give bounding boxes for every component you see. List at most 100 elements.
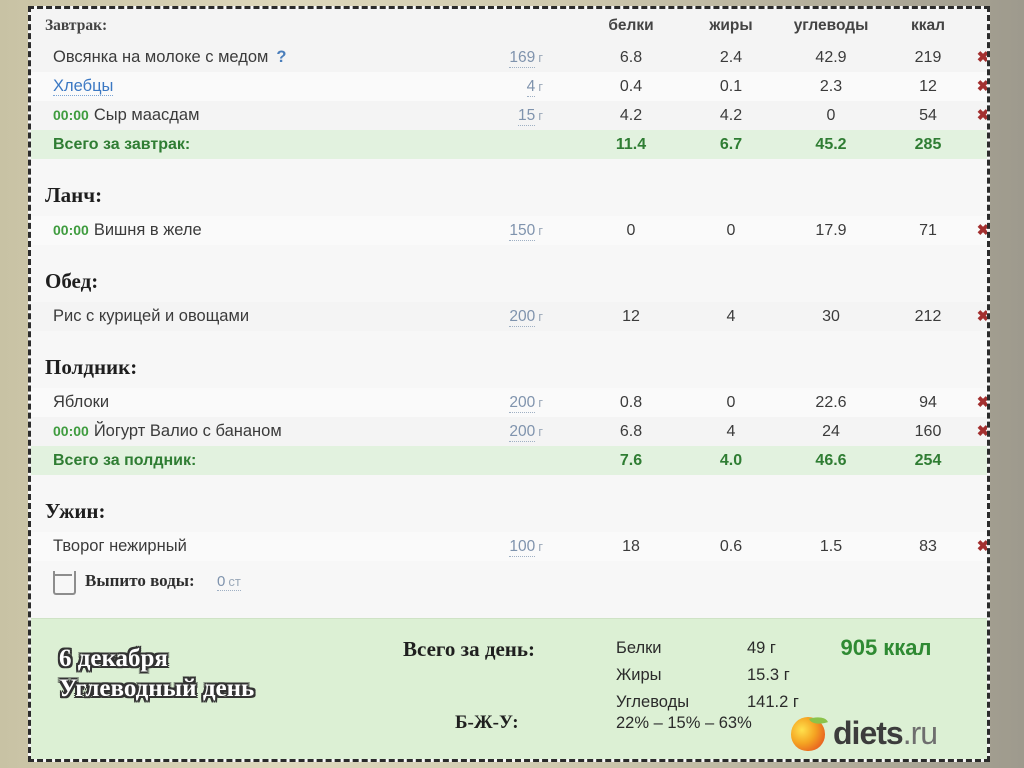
item-kcal: 94 — [919, 394, 937, 411]
date-badge: 6 декабря Углеводный день — [59, 645, 254, 703]
delete-row-button[interactable]: ✖ — [977, 78, 987, 95]
logo-main: diets — [833, 715, 904, 751]
item-carbs: 0 — [826, 107, 836, 124]
item-fat: 4.2 — [719, 107, 743, 124]
item-protein: 0.4 — [619, 78, 643, 95]
meal-header-1: Ланч: — [31, 174, 987, 216]
help-icon[interactable]: ? — [276, 48, 286, 66]
item-weight[interactable]: 150 — [509, 222, 536, 241]
item-fat: 0.6 — [719, 538, 743, 555]
item-weight[interactable]: 200 — [509, 423, 536, 442]
delete-icon[interactable]: ✖ — [966, 72, 987, 101]
item-name[interactable]: Хлебцы — [53, 77, 114, 96]
table-row: 00:00 Сыр маасдам 15 г 4.2 4.2 0 54 ✖ — [31, 101, 987, 130]
item-time: 00:00 — [53, 222, 89, 238]
water-value[interactable]: 0 ст — [217, 573, 241, 591]
item-weight[interactable]: 15 — [518, 107, 536, 126]
item-kcal: 160 — [914, 423, 942, 440]
meal-total-kcal: 254 — [914, 452, 942, 469]
table-row: 00:00 Йогурт Валио с бананом 200 г 6.8 4 24 160… — [31, 417, 987, 446]
macro-name-carbs: Углеводы — [616, 693, 690, 711]
item-weight[interactable]: 200 — [509, 394, 536, 413]
item-weight-cell[interactable]: 150 г — [455, 216, 543, 245]
meal-title-4: Ужин: — [45, 499, 106, 523]
delete-icon[interactable]: ✖ — [966, 101, 987, 130]
table-row: Рис с курицей и овощами 200 г 12 4 30 212 ✖ — [31, 302, 987, 331]
item-weight[interactable]: 169 — [509, 49, 536, 68]
item-name-cell: Хлебцы — [53, 72, 114, 101]
meal-header-2: Обед: — [31, 260, 987, 302]
item-name-cell: Яблоки — [53, 388, 109, 417]
item-carbs: 2.3 — [819, 78, 843, 95]
meal-header-4: Ужин: — [31, 490, 987, 532]
item-weight-cell[interactable]: 200 г — [455, 417, 543, 446]
item-fat: 4 — [726, 423, 736, 440]
bju-label: Б-Ж-У: — [455, 712, 519, 733]
logo-tld: .ru — [902, 715, 938, 751]
delete-row-button[interactable]: ✖ — [977, 49, 987, 66]
delete-icon[interactable]: ✖ — [966, 43, 987, 72]
delete-icon[interactable]: ✖ — [966, 216, 987, 245]
table-row: Хлебцы 4 г 0.4 0.1 2.3 12 ✖ — [31, 72, 987, 101]
item-name-cell: Рис с курицей и овощами — [53, 302, 249, 331]
item-kcal: 83 — [919, 538, 937, 555]
item-fat: 0 — [726, 394, 736, 411]
weight-unit: г — [538, 223, 543, 238]
delete-icon[interactable]: ✖ — [966, 417, 987, 446]
weight-unit: г — [538, 395, 543, 410]
item-carbs: 24 — [822, 423, 840, 440]
item-fat: 0.1 — [719, 78, 743, 95]
item-kcal: 71 — [919, 222, 937, 239]
item-weight-cell[interactable]: 15 г — [455, 101, 543, 130]
item-name-cell: 00:00 Сыр маасдам — [53, 101, 199, 130]
decorative-frame: белки жиры углеводы ккал Завтрак: Овсянка на … — [0, 0, 1024, 768]
delete-icon[interactable]: ✖ — [966, 532, 987, 561]
item-name: Рис с курицей и овощами — [53, 307, 250, 325]
item-fat: 0 — [726, 222, 736, 239]
delete-icon[interactable]: ✖ — [966, 388, 987, 417]
item-carbs: 1.5 — [819, 538, 843, 555]
item-weight-cell[interactable]: 4г — [455, 72, 543, 101]
table-row: Овсянка на молоке с медом? 169 г 6.8 2.4 42.9… — [31, 43, 987, 72]
item-protein: 4.2 — [619, 107, 643, 124]
item-carbs: 42.9 — [815, 49, 847, 66]
item-time: 00:00 — [53, 423, 89, 439]
delete-row-button[interactable]: ✖ — [977, 538, 987, 555]
badge-day-type: Углеводный день — [59, 675, 255, 702]
item-weight-cell[interactable]: 100 г — [455, 532, 543, 561]
item-name: Яблоки — [53, 393, 110, 411]
item-weight-cell[interactable]: 169 г — [455, 43, 543, 72]
meal-total-label: Всего за полдник: — [53, 452, 197, 469]
meal-total-protein: 11.4 — [615, 136, 647, 153]
delete-row-button[interactable]: ✖ — [977, 222, 987, 239]
item-weight-cell[interactable]: 200 г — [455, 388, 543, 417]
delete-row-button[interactable]: ✖ — [977, 423, 987, 440]
meal-total-row: Всего за завтрак: 11.4 6.7 45.2 285 — [31, 130, 987, 159]
macro-value-carbs: 141.2 г — [747, 693, 799, 711]
meal-table: белки жиры углеводы ккал Завтрак: Овсянка на … — [31, 9, 987, 561]
item-weight[interactable]: 200 — [509, 308, 536, 327]
meal-title-3: Полдник: — [45, 355, 138, 379]
delete-row-button[interactable]: ✖ — [977, 394, 987, 411]
table-row: 00:00 Вишня в желе 150 г 0 0 17.9 71 ✖ — [31, 216, 987, 245]
item-weight-cell[interactable]: 200 г — [455, 302, 543, 331]
delete-row-button[interactable]: ✖ — [977, 308, 987, 325]
meal-total-label: Всего за завтрак: — [53, 136, 191, 153]
item-fat: 2.4 — [719, 49, 743, 66]
item-weight[interactable]: 100 — [509, 538, 536, 557]
delete-icon[interactable]: ✖ — [966, 302, 987, 331]
meal-title-0: Завтрак: — [45, 17, 108, 34]
macro-name-fat: Жиры — [616, 666, 662, 684]
item-name-cell: 00:00 Вишня в желе — [53, 216, 202, 245]
meal-title-1: Ланч: — [45, 183, 103, 207]
meal-total-kcal: 285 — [914, 136, 942, 153]
item-name: Сыр маасдам — [93, 106, 200, 124]
item-protein: 18 — [622, 538, 640, 555]
item-kcal: 54 — [919, 107, 937, 124]
water-amount: 0 — [217, 573, 226, 590]
item-weight[interactable]: 4 — [526, 78, 536, 97]
delete-row-button[interactable]: ✖ — [977, 107, 987, 124]
item-name-cell: Творог нежирный — [53, 532, 187, 561]
weight-unit: г — [538, 79, 543, 94]
